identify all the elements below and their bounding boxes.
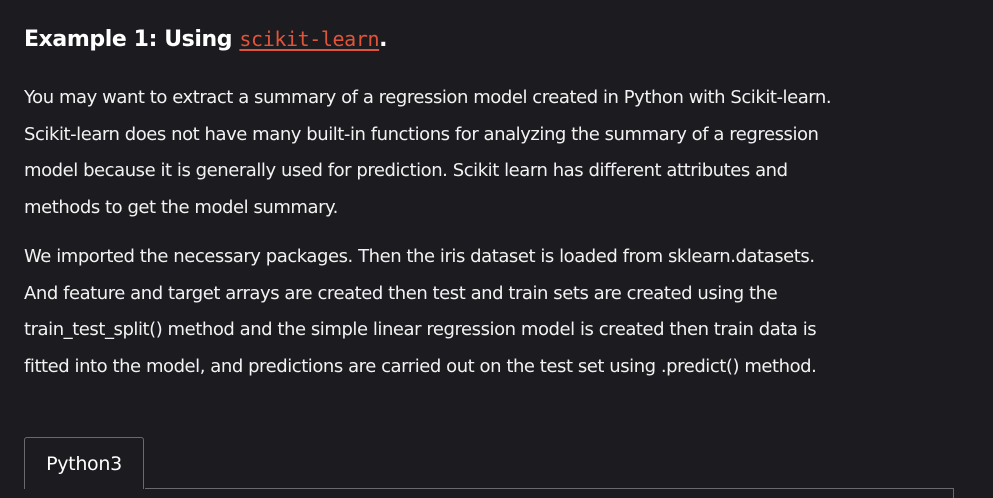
tab-python3[interactable]: Python3 xyxy=(24,437,144,489)
paragraph-line: You may want to extract a summary of a r… xyxy=(24,87,832,108)
paragraph-line: model because it is generally used for p… xyxy=(24,160,788,181)
code-box-border xyxy=(953,488,954,498)
intro-paragraph: You may want to extract a summary of a r… xyxy=(24,80,969,226)
explanation-paragraph: We imported the necessary packages. Then… xyxy=(24,239,969,385)
heading-suffix: . xyxy=(379,27,388,52)
scikit-learn-link[interactable]: scikit-learn xyxy=(239,27,379,51)
paragraph-line: fitted into the model, and predictions a… xyxy=(24,355,817,377)
code-tabs: Python3 xyxy=(24,437,954,498)
paragraph-line: train_test_split() method and the simple… xyxy=(24,319,817,340)
paragraph-line: methods to get the model summary. xyxy=(24,196,338,218)
article-content: Example 1: Using scikit-learn. You may w… xyxy=(24,22,969,385)
heading-prefix: Example 1: Using xyxy=(24,27,233,52)
paragraph-line: Scikit-learn does not have many built-in… xyxy=(24,123,819,145)
tab-divider xyxy=(145,488,954,489)
paragraph-line: And feature and target arrays are create… xyxy=(24,282,778,304)
section-heading: Example 1: Using scikit-learn. xyxy=(24,22,969,57)
paragraph-line: We imported the necessary packages. Then… xyxy=(24,246,815,267)
